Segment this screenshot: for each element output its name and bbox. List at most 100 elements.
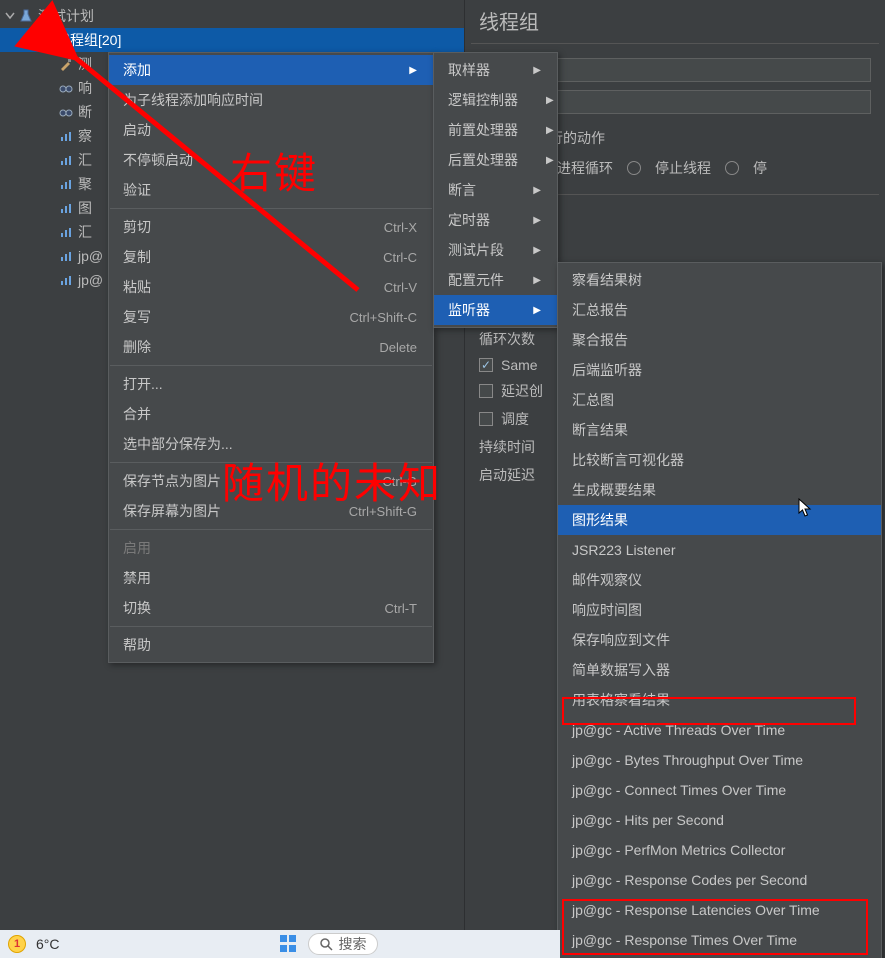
listener-item-label: jp@gc - Response Latencies Over Time <box>572 902 820 918</box>
chart-icon <box>58 248 74 264</box>
menu-copy[interactable]: 复制Ctrl-C <box>109 242 433 272</box>
submenu-timer[interactable]: 定时器▶ <box>434 205 557 235</box>
listener-item-label: 邮件观察仪 <box>572 570 642 590</box>
submenu-arrow-icon: ▶ <box>533 65 541 76</box>
listener-item-label: jp@gc - Response Codes per Second <box>572 872 807 888</box>
listener-item[interactable]: jp@gc - Bytes Throughput Over Time <box>558 745 881 775</box>
listener-item-label: 用表格察看结果 <box>572 690 670 710</box>
listener-item[interactable]: 图形结果 <box>558 505 881 535</box>
listener-item-label: jp@gc - PerfMon Metrics Collector <box>572 842 785 858</box>
menu-start-nopause[interactable]: 不停顿启动 <box>109 145 433 175</box>
submenu-assert[interactable]: 断言▶ <box>434 175 557 205</box>
listener-item[interactable]: jp@gc - Connect Times Over Time <box>558 775 881 805</box>
listener-item[interactable]: 汇总报告 <box>558 295 881 325</box>
submenu-frag[interactable]: 测试片段▶ <box>434 235 557 265</box>
weather-icon[interactable]: 1 <box>8 935 26 953</box>
listener-item[interactable]: jp@gc - Active Threads Over Time <box>558 715 881 745</box>
menu-paste[interactable]: 粘贴Ctrl-V <box>109 272 433 302</box>
listener-item-label: 聚合报告 <box>572 330 628 350</box>
taskbar-search[interactable]: 搜索 <box>308 933 378 955</box>
pipette-icon <box>58 56 74 72</box>
listener-item[interactable]: jp@gc - PerfMon Metrics Collector <box>558 835 881 865</box>
listener-item[interactable]: 后端监听器 <box>558 355 881 385</box>
delay-create-checkbox[interactable] <box>479 384 493 398</box>
menu-save-screen-img[interactable]: 保存屏幕为图片Ctrl+Shift-G <box>109 496 433 526</box>
listener-item[interactable]: 察看结果树 <box>558 265 881 295</box>
listener-item-label: jp@gc - Hits per Second <box>572 812 724 828</box>
tree-thread-group[interactable]: 线程组[20] <box>0 28 464 52</box>
submenu-config[interactable]: 配置元件▶ <box>434 265 557 295</box>
tree-item-label: 图 <box>78 198 92 218</box>
tree-item-label: 聚 <box>78 174 92 194</box>
listener-item[interactable]: 聚合报告 <box>558 325 881 355</box>
listener-item[interactable]: 比较断言可视化器 <box>558 445 881 475</box>
radio-stop-thread[interactable] <box>627 161 641 175</box>
menu-open[interactable]: 打开... <box>109 369 433 399</box>
radio-stop[interactable] <box>725 161 739 175</box>
menu-help[interactable]: 帮助 <box>109 630 433 660</box>
submenu-post[interactable]: 后置处理器▶ <box>434 145 557 175</box>
duration-label: 持续时间 <box>479 437 535 457</box>
menu-start[interactable]: 启动 <box>109 115 433 145</box>
menu-duplicate[interactable]: 复写Ctrl+Shift-C <box>109 302 433 332</box>
submenu-arrow-icon: ▶ <box>533 245 541 256</box>
submenu-arrow-icon: ▶ <box>533 215 541 226</box>
expand-icon[interactable] <box>22 34 34 46</box>
menu-save-node-img[interactable]: 保存节点为图片Ctrl-G <box>109 466 433 496</box>
listener-item-label: 汇总报告 <box>572 300 628 320</box>
listener-item[interactable]: 保存响应到文件 <box>558 625 881 655</box>
listener-item[interactable]: JSR223 Listener <box>558 535 881 565</box>
menu-enable[interactable]: 启用 <box>109 533 433 563</box>
menu-merge[interactable]: 合并 <box>109 399 433 429</box>
taskbar[interactable]: 1 6°C 搜索 <box>0 930 560 958</box>
menu-cut[interactable]: 剪切Ctrl-X <box>109 212 433 242</box>
listener-item[interactable]: 邮件观察仪 <box>558 565 881 595</box>
listener-item[interactable]: jp@gc - Response Latencies Over Time <box>558 895 881 925</box>
listener-item-label: JSR223 Listener <box>572 542 676 558</box>
listener-item[interactable]: jp@gc - Response Times Over Time <box>558 925 881 955</box>
listener-item[interactable]: 断言结果 <box>558 415 881 445</box>
binoculars-icon <box>58 80 74 96</box>
listener-item[interactable]: 简单数据写入器 <box>558 655 881 685</box>
menu-separator <box>110 626 432 627</box>
menu-delete[interactable]: 删除Delete <box>109 332 433 362</box>
context-menu[interactable]: 添加▶ 为子线程添加响应时间 启动 不停顿启动 验证 剪切Ctrl-X 复制Ct… <box>108 52 434 663</box>
listener-item-label: 简单数据写入器 <box>572 660 670 680</box>
tree-item-label: 汇 <box>78 150 92 170</box>
menu-validate[interactable]: 验证 <box>109 175 433 205</box>
same-each-label: Same <box>501 357 538 373</box>
listener-item[interactable]: jp@gc - Hits per Second <box>558 805 881 835</box>
listener-item[interactable]: jp@gc - Response Codes per Second <box>558 865 881 895</box>
menu-separator <box>110 529 432 530</box>
listener-item[interactable]: 生成概要结果 <box>558 475 881 505</box>
expand-icon[interactable] <box>4 10 16 22</box>
listener-item-label: 察看结果树 <box>572 270 642 290</box>
listener-item[interactable]: 汇总图 <box>558 385 881 415</box>
submenu-sampler[interactable]: 取样器▶ <box>434 55 557 85</box>
listener-item[interactable]: 响应时间图 <box>558 595 881 625</box>
submenu-logic[interactable]: 逻辑控制器▶ <box>434 85 557 115</box>
submenu-arrow-icon: ▶ <box>409 65 417 76</box>
same-each-checkbox[interactable] <box>479 358 493 372</box>
submenu-pre[interactable]: 前置处理器▶ <box>434 115 557 145</box>
binoculars-icon <box>58 104 74 120</box>
listener-item-label: jp@gc - Active Threads Over Time <box>572 722 785 738</box>
menu-save-sel[interactable]: 选中部分保存为... <box>109 429 433 459</box>
add-submenu[interactable]: 取样器▶ 逻辑控制器▶ 前置处理器▶ 后置处理器▶ 断言▶ 定时器▶ 测试片段▶… <box>433 52 558 328</box>
weather-temp: 6°C <box>36 936 60 952</box>
menu-add-think[interactable]: 为子线程添加响应时间 <box>109 85 433 115</box>
listener-submenu[interactable]: 察看结果树汇总报告聚合报告后端监听器汇总图断言结果比较断言可视化器生成概要结果图… <box>557 262 882 958</box>
tree-item-label: jp@ <box>78 272 103 288</box>
submenu-arrow-icon: ▶ <box>546 95 554 106</box>
submenu-listener[interactable]: 监听器▶ <box>434 295 557 325</box>
search-icon <box>319 937 333 951</box>
menu-separator <box>110 462 432 463</box>
start-icon[interactable] <box>280 935 298 953</box>
menu-add[interactable]: 添加▶ <box>109 55 433 85</box>
listener-item-label: 比较断言可视化器 <box>572 450 684 470</box>
scheduler-checkbox[interactable] <box>479 412 493 426</box>
tree-root[interactable]: 测试计划 <box>0 4 464 28</box>
menu-disable[interactable]: 禁用 <box>109 563 433 593</box>
menu-toggle[interactable]: 切换Ctrl-T <box>109 593 433 623</box>
listener-item[interactable]: 用表格察看结果 <box>558 685 881 715</box>
